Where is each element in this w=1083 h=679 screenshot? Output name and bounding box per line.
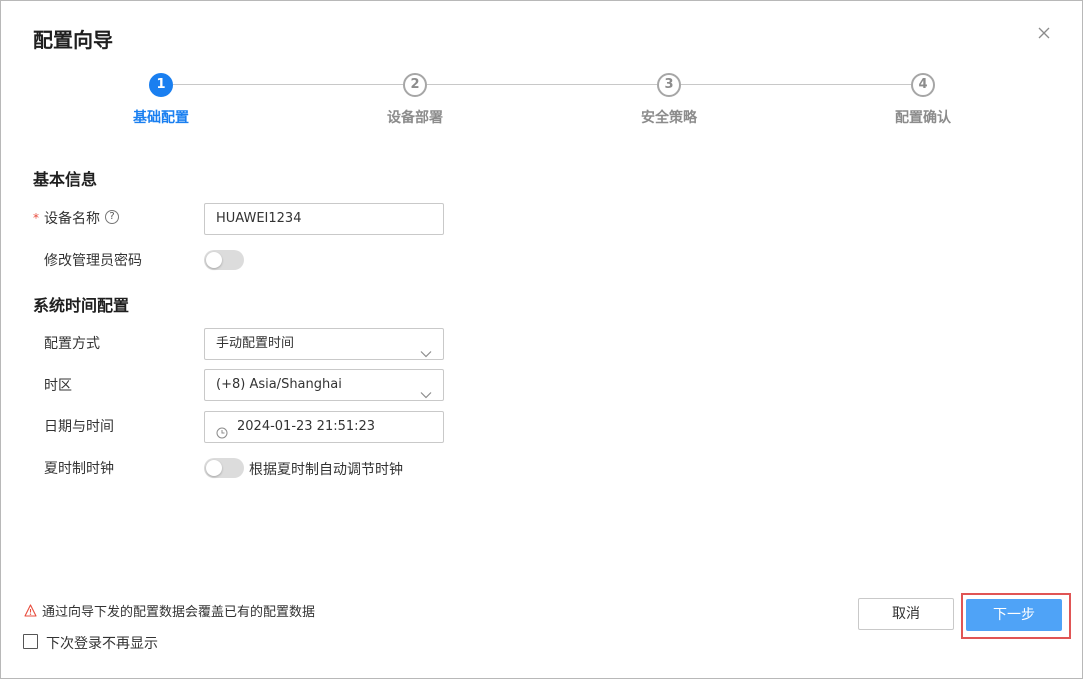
- change-password-label: 修改管理员密码: [44, 253, 142, 269]
- question-circle-icon[interactable]: ?: [105, 210, 119, 224]
- config-wizard-dialog: 配置向导 1 基础配置 2 设备部署 3 安全策略 4 配置确认 基本信息 * …: [0, 0, 1083, 679]
- timezone-label: 时区: [44, 378, 72, 394]
- change-password-toggle[interactable]: [204, 250, 244, 270]
- step-1-label: 基础配置: [133, 110, 189, 126]
- step-4-indicator: 4: [911, 73, 935, 97]
- clock-icon: [216, 421, 228, 451]
- step-4-label: 配置确认: [895, 110, 951, 126]
- basic-info-heading: 基本信息: [33, 170, 98, 189]
- datetime-label: 日期与时间: [44, 419, 114, 435]
- step-2-indicator: 2: [403, 73, 427, 97]
- step-1-indicator: 1: [149, 73, 173, 97]
- datetime-value: 2024-01-23 21:51:23: [237, 419, 376, 434]
- chevron-down-icon: [420, 340, 432, 370]
- dst-toggle[interactable]: [204, 458, 244, 478]
- required-mark: *: [33, 211, 39, 225]
- next-button[interactable]: 下一步: [966, 599, 1062, 631]
- device-name-label: 设备名称: [44, 211, 100, 227]
- step-connector: [173, 84, 403, 85]
- step-3-indicator: 3: [657, 73, 681, 97]
- step-2-label: 设备部署: [387, 110, 443, 126]
- chevron-down-icon: [420, 381, 432, 411]
- config-method-select[interactable]: 手动配置时间: [204, 328, 444, 360]
- dialog-title: 配置向导: [33, 28, 113, 52]
- config-method-value: 手动配置时间: [216, 336, 295, 351]
- datetime-input[interactable]: 2024-01-23 21:51:23: [204, 411, 444, 443]
- time-config-heading: 系统时间配置: [33, 296, 130, 315]
- warning-triangle-icon: [24, 602, 37, 621]
- toggle-knob: [206, 460, 222, 476]
- dst-label: 夏时制时钟: [44, 461, 114, 477]
- dont-show-again-label[interactable]: 下次登录不再显示: [46, 633, 158, 653]
- timezone-select[interactable]: (+8) Asia/Shanghai: [204, 369, 444, 401]
- device-name-input[interactable]: HUAWEI1234: [204, 203, 444, 235]
- wizard-steps: 1 基础配置 2 设备部署 3 安全策略 4 配置确认: [1, 71, 1083, 131]
- timezone-value: (+8) Asia/Shanghai: [216, 377, 342, 392]
- step-connector: [681, 84, 911, 85]
- step-connector: [427, 84, 657, 85]
- dst-toggle-text: 根据夏时制自动调节时钟: [249, 462, 403, 478]
- dont-show-again-checkbox[interactable]: [23, 634, 38, 649]
- cancel-button[interactable]: 取消: [858, 598, 954, 630]
- toggle-knob: [206, 252, 222, 268]
- step-3-label: 安全策略: [641, 110, 697, 126]
- close-icon[interactable]: [1034, 23, 1054, 43]
- warning-message: 通过向导下发的配置数据会覆盖已有的配置数据: [42, 605, 316, 620]
- config-method-label: 配置方式: [44, 336, 100, 352]
